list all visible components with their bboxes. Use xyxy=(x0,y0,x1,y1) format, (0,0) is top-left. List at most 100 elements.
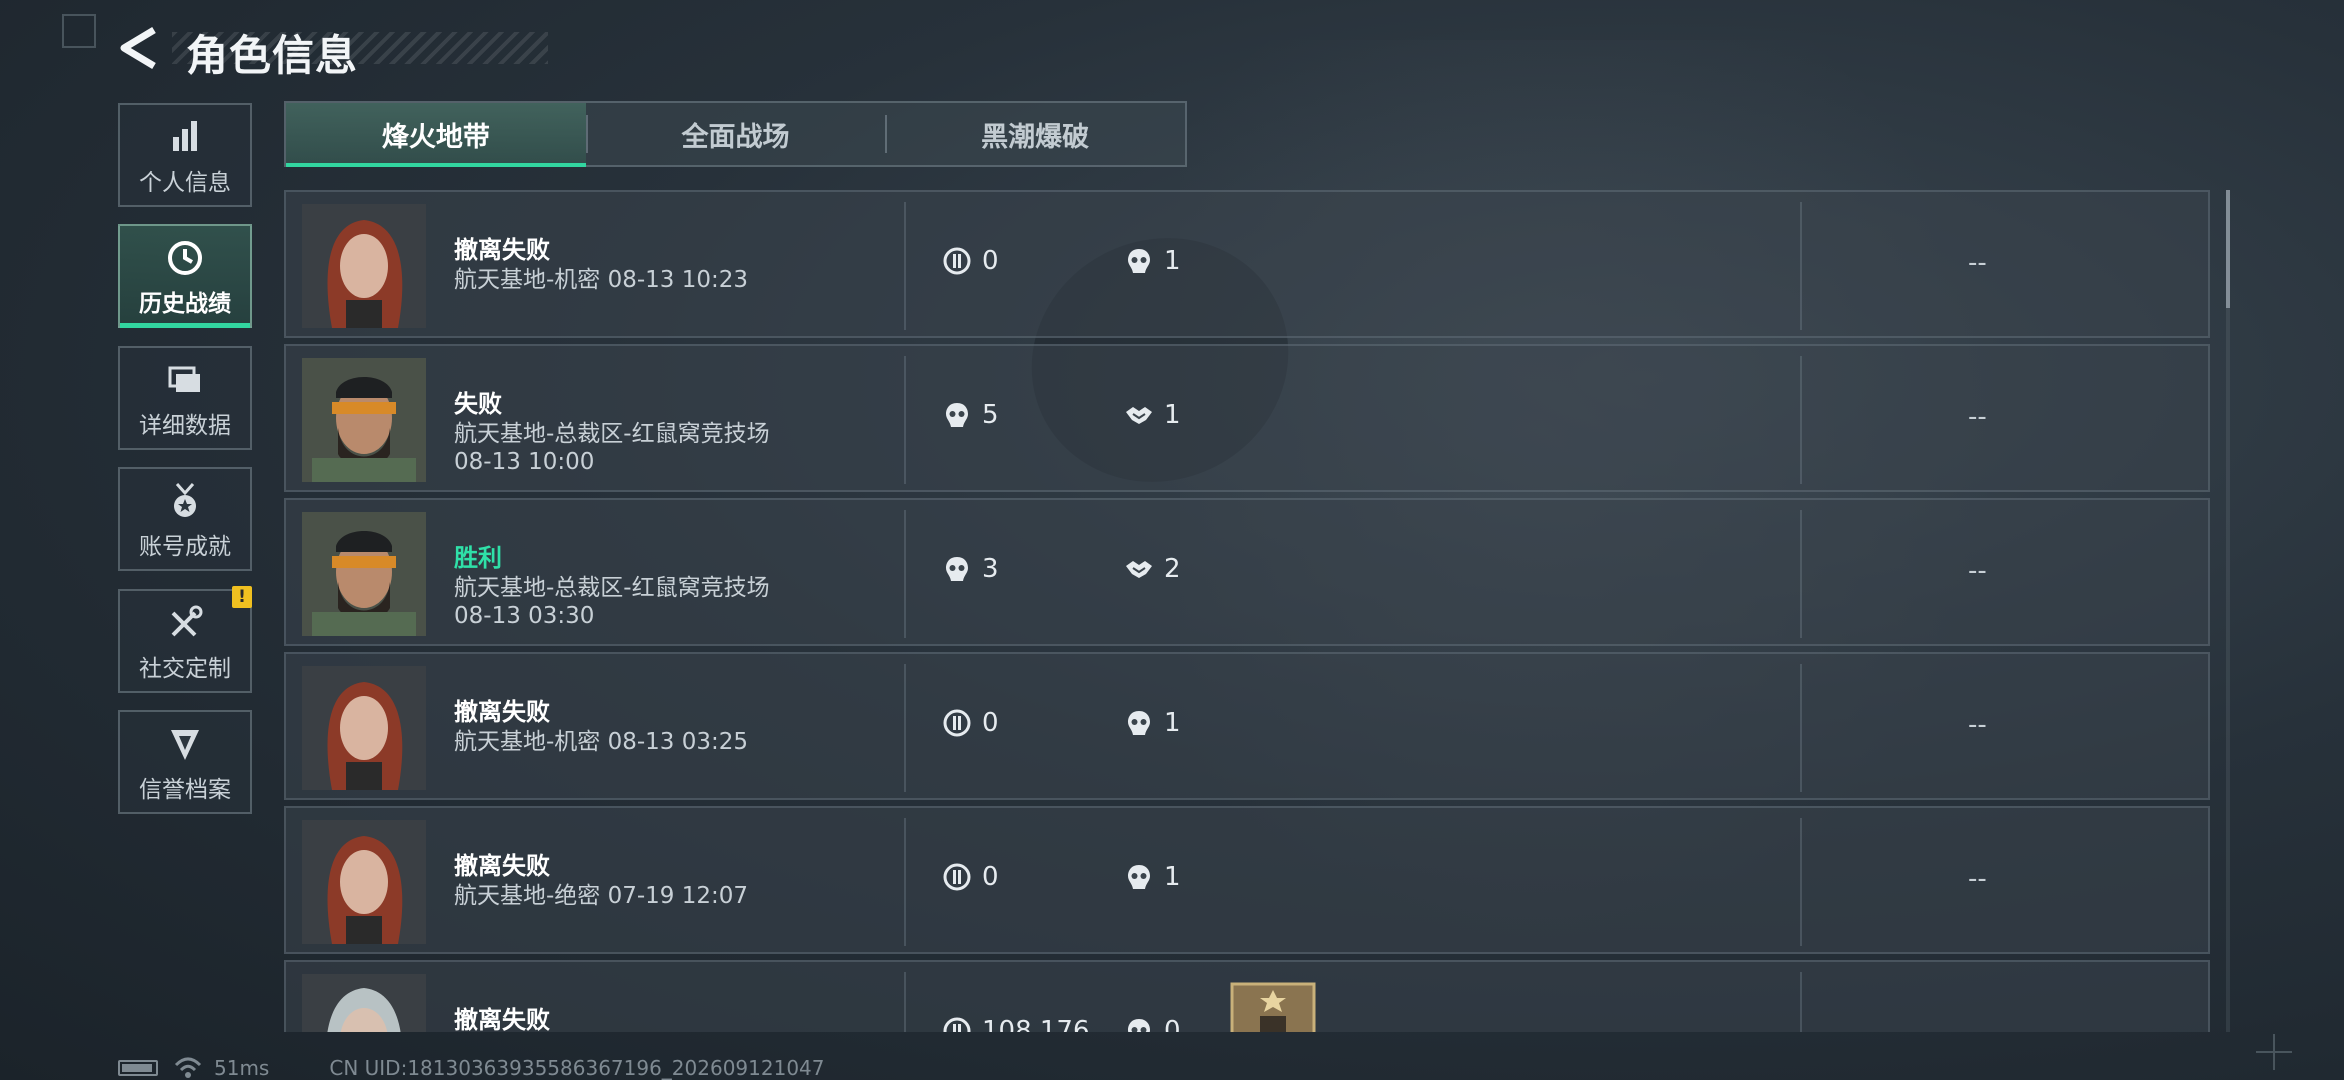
emblem-icon xyxy=(171,730,199,760)
match-row[interactable]: 失败 航天基地-总裁区-红鼠窝竞技场 08-13 10:00 5 1 -- xyxy=(284,344,2210,492)
match-result: 撤离失败 xyxy=(454,1006,550,1032)
uid-text: CN UID:18130363935586367196_202609121047 xyxy=(329,1056,825,1080)
assist-value: 1 xyxy=(1164,400,1181,430)
match-row[interactable]: 撤离失败 108,176 0 xyxy=(284,960,2210,1032)
skull-icon xyxy=(1128,865,1150,889)
sidebar-item-label: 历史战绩 xyxy=(139,291,231,317)
assist-stat: 2 xyxy=(1124,554,1181,584)
sidebar-item-achievements[interactable]: 账号成就 xyxy=(118,467,252,571)
skull-icon xyxy=(1128,711,1150,735)
scrollbar-thumb[interactable] xyxy=(2226,190,2230,308)
notification-badge: ! xyxy=(232,586,252,608)
battery-icon xyxy=(118,1060,158,1076)
divider xyxy=(904,510,906,638)
coin-stat: 108,176 xyxy=(942,1016,1090,1032)
folder-icon xyxy=(168,366,200,392)
kill-stat: 1 xyxy=(1124,862,1181,892)
match-row[interactable]: 撤离失败 航天基地-机密 08-13 03:25 0 1 -- xyxy=(284,652,2210,800)
extra-value: -- xyxy=(1968,864,1987,894)
skull-icon xyxy=(1128,249,1150,273)
sidebar-item-reputation[interactable]: 信誉档案 xyxy=(118,710,252,814)
kill-value: 1 xyxy=(1164,708,1181,738)
divider xyxy=(1800,510,1802,638)
corner-decoration xyxy=(62,14,96,48)
coin-stat: 0 xyxy=(942,246,999,276)
tab-fenghuo[interactable]: 烽火地带 xyxy=(286,103,586,167)
bar-chart-icon xyxy=(173,121,197,151)
divider xyxy=(904,972,906,1032)
kill-value: 1 xyxy=(1164,862,1181,892)
divider xyxy=(1800,818,1802,946)
match-row[interactable]: 撤离失败 航天基地-机密 08-13 10:23 0 1 -- xyxy=(284,190,2210,338)
assist-stat: 1 xyxy=(1124,400,1181,430)
skull-icon xyxy=(1128,1019,1150,1032)
kill-stat: 3 xyxy=(942,554,999,584)
sidebar-item-detailed-data[interactable]: 详细数据 xyxy=(118,346,252,450)
extra-value: -- xyxy=(1968,710,1987,740)
coin-value: 0 xyxy=(982,708,999,738)
sidebar-item-personal-info[interactable]: 个人信息 xyxy=(118,103,252,207)
scrollbar-track[interactable] xyxy=(2226,190,2230,1032)
handshake-icon xyxy=(1126,561,1152,578)
coin-icon xyxy=(943,247,971,275)
sidebar-item-label: 信誉档案 xyxy=(139,777,231,803)
back-button[interactable] xyxy=(118,26,158,70)
kill-value: 3 xyxy=(982,554,999,584)
operator-avatar xyxy=(302,358,426,482)
mode-tabs: 烽火地带 全面战场 黑潮爆破 xyxy=(284,101,1187,167)
coin-icon xyxy=(943,863,971,891)
coin-value: 108,176 xyxy=(982,1016,1090,1032)
handshake-icon xyxy=(1126,407,1152,424)
operator-avatar xyxy=(302,820,426,944)
match-history-list[interactable]: 撤离失败 航天基地-机密 08-13 10:23 0 1 -- 失败 航天基地-… xyxy=(284,190,2210,1032)
coin-stat: 0 xyxy=(942,862,999,892)
assist-value: 2 xyxy=(1164,554,1181,584)
match-result: 失败 xyxy=(454,390,502,418)
kill-value: 0 xyxy=(1164,1016,1181,1032)
operator-avatar xyxy=(302,512,426,636)
coin-value: 0 xyxy=(982,862,999,892)
skull-icon xyxy=(946,403,968,427)
crosshair-decoration xyxy=(2256,1034,2292,1070)
sidebar-item-label: 社交定制 xyxy=(139,656,231,682)
page-title: 角色信息 xyxy=(186,31,359,80)
sidebar-item-match-history[interactable]: 历史战绩 xyxy=(118,224,252,328)
match-result: 撤离失败 xyxy=(454,698,550,726)
divider xyxy=(904,202,906,330)
match-map-time: 航天基地-绝密 07-19 12:07 xyxy=(454,883,749,909)
match-map-time: 航天基地-总裁区-红鼠窝竞技场 08-13 10:00 xyxy=(454,421,770,475)
ping-value: 51ms xyxy=(214,1056,270,1080)
kill-value: 5 xyxy=(982,400,999,430)
divider xyxy=(904,356,906,484)
divider xyxy=(1800,664,1802,792)
kill-stat: 5 xyxy=(942,400,999,430)
back-arrow-icon xyxy=(120,26,156,70)
wifi-icon xyxy=(174,1057,202,1078)
tab-heichao[interactable]: 黑潮爆破 xyxy=(885,103,1185,165)
kill-stat: 0 xyxy=(1124,1016,1181,1032)
coin-icon xyxy=(943,1017,971,1032)
extra-value: -- xyxy=(1968,402,1987,432)
divider xyxy=(904,664,906,792)
match-result: 撤离失败 xyxy=(454,236,550,264)
sidebar-item-label: 个人信息 xyxy=(139,170,231,196)
sidebar-item-label: 账号成就 xyxy=(139,534,231,560)
match-map-time: 航天基地-总裁区-红鼠窝竞技场 08-13 03:30 xyxy=(454,575,770,629)
operator-avatar xyxy=(302,974,426,1032)
coin-icon xyxy=(943,709,971,737)
tab-quanmian[interactable]: 全面战场 xyxy=(585,103,886,165)
kill-stat: 1 xyxy=(1124,708,1181,738)
sidebar-item-label: 详细数据 xyxy=(139,413,231,439)
match-row[interactable]: 撤离失败 航天基地-绝密 07-19 12:07 0 1 -- xyxy=(284,806,2210,954)
clock-icon xyxy=(168,241,202,275)
match-result: 胜利 xyxy=(454,544,502,572)
coin-value: 0 xyxy=(982,246,999,276)
coin-stat: 0 xyxy=(942,708,999,738)
match-row[interactable]: 胜利 航天基地-总裁区-红鼠窝竞技场 08-13 03:30 3 2 -- xyxy=(284,498,2210,646)
extra-value: -- xyxy=(1968,556,1987,586)
match-result: 撤离失败 xyxy=(454,852,550,880)
divider xyxy=(904,818,906,946)
match-map-time: 航天基地-机密 08-13 10:23 xyxy=(454,267,749,293)
match-map-time: 航天基地-机密 08-13 03:25 xyxy=(454,729,749,755)
medal-icon xyxy=(174,483,196,517)
